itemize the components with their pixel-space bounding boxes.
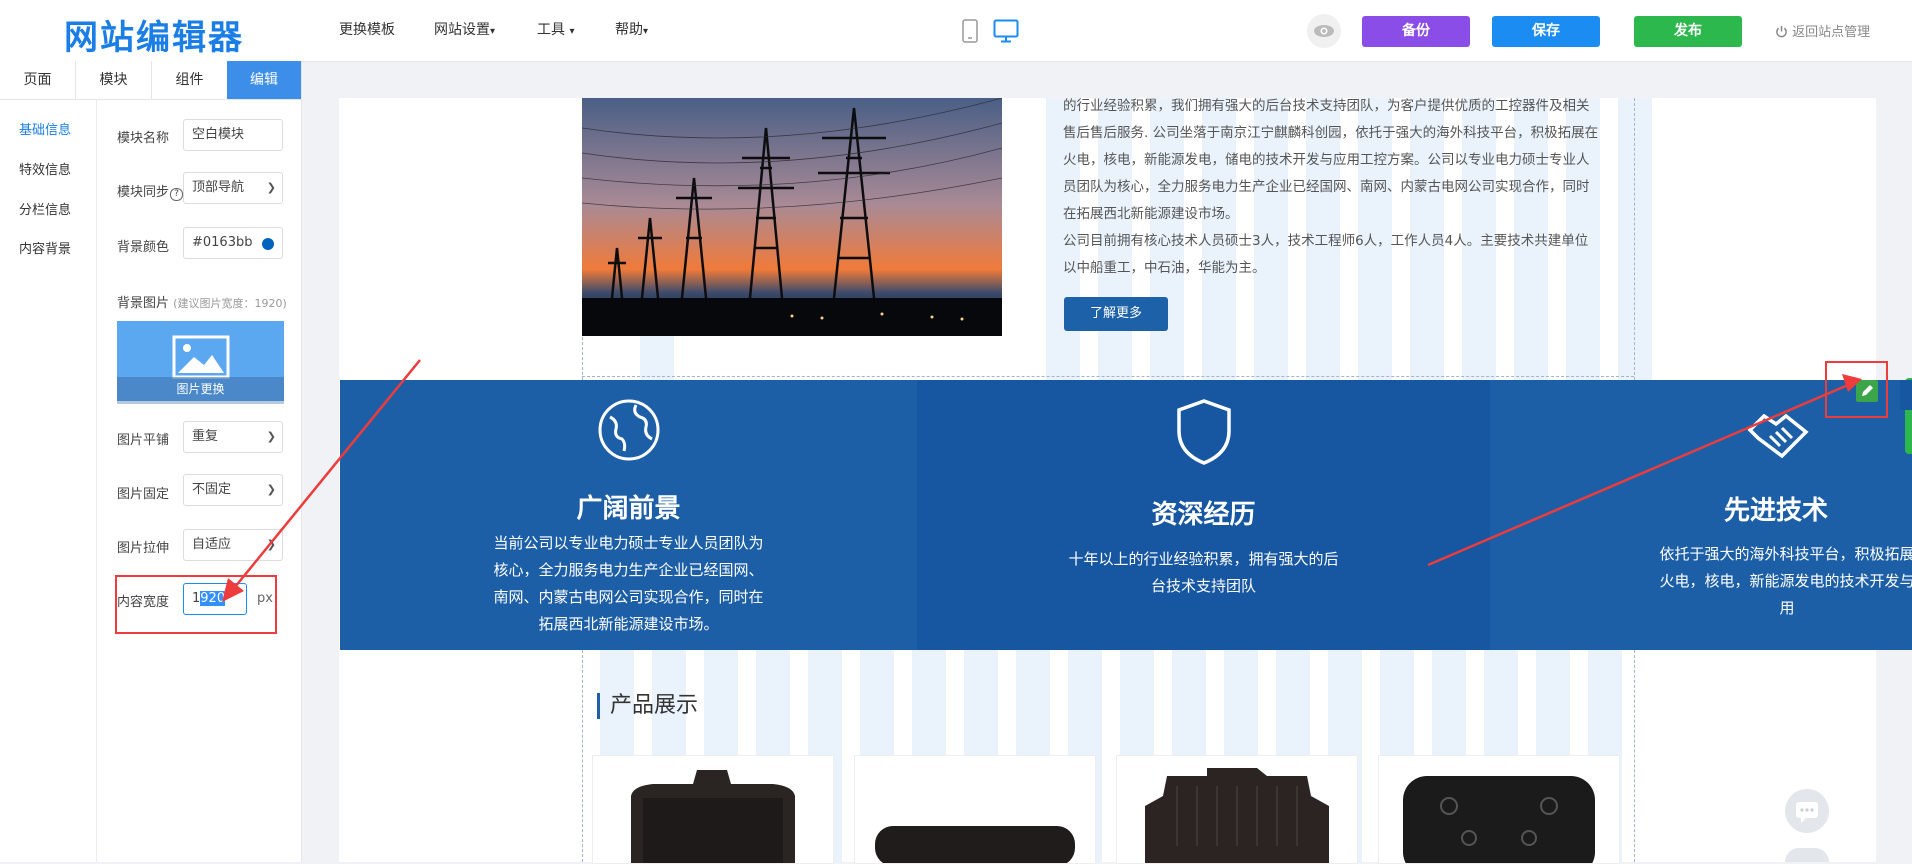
image-stretch-label: 图片拉伸 [117, 541, 170, 556]
secondary-float-icon[interactable] [1785, 848, 1829, 862]
side-nav-content-bg[interactable]: 内容背景 [19, 238, 71, 257]
back-to-site-link[interactable]: 返回站点管理 [1775, 21, 1870, 42]
save-button[interactable]: 保存 [1492, 16, 1600, 47]
tab-component[interactable]: 组件 [152, 61, 228, 99]
product-card[interactable] [1378, 755, 1620, 864]
bg-color-input[interactable]: #0163bb [183, 227, 283, 259]
menu-tools[interactable]: 工具 ▾ [537, 0, 574, 61]
product-card[interactable] [1116, 755, 1358, 864]
image-tile-select[interactable]: 重复 ❯ [183, 421, 283, 453]
product-photo [875, 826, 1075, 863]
power-icon [1775, 25, 1788, 42]
chevron-down-icon: ▾ [643, 26, 649, 37]
feature-desc: 当前公司以专业电力硕士专业人员团队为 核心，全力服务电力生产企业已经国网、 南网… [493, 534, 764, 633]
bg-color-label: 背景颜色 [117, 240, 170, 255]
image-stretch-select[interactable]: 自适应 ❯ [183, 529, 283, 561]
chevron-down-icon: ❯ [266, 538, 276, 551]
left-panel: 页面 模块 组件 编辑 基础信息 特效信息 分栏信息 内容背景 模块名称 空白模… [0, 61, 302, 862]
feature-card[interactable]: 资深经历 十年以上的行业经验积累，拥有强大的后 台技术支持团队 [917, 380, 1490, 650]
intro-line-7: 以中船重工，中石油，华能为主。 [1063, 260, 1266, 276]
feature-desc: 依托于强大的海外科技平台，积极拓展 火电，核电，新能源发电的技术开发与 用 [1659, 545, 1912, 617]
product-card[interactable] [854, 755, 1096, 864]
bg-image-label: 背景图片 (建议图片宽度：1920) [117, 296, 287, 311]
feature-desc: 十年以上的行业经验积累，拥有强大的后 台技术支持团队 [1068, 550, 1339, 595]
menu-help[interactable]: 帮助▾ [615, 0, 648, 61]
color-swatch-icon[interactable] [262, 238, 274, 250]
replace-image-button[interactable]: 图片更换 [117, 377, 284, 401]
learn-more-button[interactable]: 了解更多 [1064, 297, 1168, 331]
desktop-icon[interactable] [993, 19, 1019, 47]
chat-icon[interactable] [1785, 789, 1829, 833]
image-fixed-label: 图片固定 [117, 487, 170, 502]
globe-icon [596, 397, 662, 467]
intro-line-3: 火电，核电，新能源发电，储电的技术开发与应用工控方案。公司以专业电力硕士专业人 [1063, 152, 1590, 168]
intro-line-5: 在拓展西北新能源建设市场。 [1063, 206, 1239, 222]
intro-line-6: 公司目前拥有核心技术人员硕士3人，技术工程师6人，工作人员4人。主要技术共建单位 [1063, 233, 1589, 249]
mobile-icon[interactable] [962, 19, 978, 47]
image-placeholder-icon [172, 335, 230, 383]
feature-card[interactable]: 先进技术 依托于强大的海外科技平台，积极拓展 火电，核电，新能源发电的技术开发与… [1490, 380, 1912, 650]
feature-title: 先进技术 [1724, 496, 1829, 526]
editor-logo: 网站编辑器 [64, 18, 244, 58]
side-nav-basic-info[interactable]: 基础信息 [19, 119, 71, 138]
menu-site-settings[interactable]: 网站设置▾ [434, 0, 495, 61]
bg-image-preview[interactable]: 图片更换 [117, 321, 284, 404]
intro-line-4: 员团队为核心，全力服务电力生产企业已经国网、南网、内蒙古电网公司实现合作，同时 [1063, 179, 1590, 195]
publish-button[interactable]: 发布 [1634, 16, 1742, 47]
intro-line-2: 售后售后服务. 公司坐落于南京江宁麒麟科创园，依托于强大的海外科技平台，积极拓展… [1063, 125, 1599, 141]
chevron-down-icon: ▾ [490, 26, 496, 37]
chevron-down-icon: ❯ [266, 430, 276, 443]
power-tower-photo [582, 98, 1002, 336]
product-card[interactable] [592, 755, 834, 864]
tab-module[interactable]: 模块 [76, 61, 152, 99]
product-photo [631, 770, 795, 863]
highlight-box-content-width [115, 575, 277, 634]
product-photo [1403, 776, 1595, 863]
shield-icon [1173, 397, 1235, 471]
preview-eye-icon[interactable] [1307, 14, 1341, 48]
module-name-label: 模块名称 [117, 131, 170, 146]
feature-card[interactable]: 广阔前景 当前公司以专业电力硕士专业人员团队为 核心，全力服务电力生产企业已经国… [340, 380, 917, 650]
image-tile-label: 图片平铺 [117, 433, 170, 448]
feature-title: 广阔前景 [576, 494, 681, 524]
handshake-icon [1746, 408, 1810, 464]
intro-line-1: 的行业经验积累，我们拥有强大的后台技术支持团队，为客户提供优质的工控器件及相关 [1063, 98, 1590, 114]
products-section-title: 产品展示 [597, 693, 698, 719]
chevron-down-icon: ❯ [266, 181, 276, 194]
side-nav-effects[interactable]: 特效信息 [19, 159, 71, 178]
backup-button[interactable]: 备份 [1362, 16, 1470, 47]
module-name-input[interactable]: 空白模块 [183, 119, 283, 151]
top-bar: 网站编辑器 更换模板 网站设置▾ 工具 ▾ 帮助▾ 备份 保存 发布 返回站点管… [0, 0, 1912, 62]
image-fixed-select[interactable]: 不固定 ❯ [183, 474, 283, 506]
chevron-down-icon: ❯ [266, 483, 276, 496]
product-photo [1145, 768, 1329, 863]
module-sync-select[interactable]: 顶部导航 ❯ [183, 172, 283, 204]
panel-tabs: 页面 模块 组件 编辑 [0, 61, 301, 100]
side-nav: 基础信息 特效信息 分栏信息 内容背景 [0, 99, 97, 862]
tab-page[interactable]: 页面 [0, 61, 76, 99]
feature-title: 资深经历 [1151, 500, 1256, 530]
module-sync-label: 模块同步? [117, 181, 184, 201]
highlight-box-edit-pencil [1825, 361, 1888, 418]
side-nav-columns[interactable]: 分栏信息 [19, 199, 71, 218]
menu-change-template[interactable]: 更换模板 [339, 0, 395, 61]
help-icon: ? [170, 188, 184, 201]
tab-edit[interactable]: 编辑 [227, 61, 301, 99]
chevron-down-icon: ▾ [569, 26, 575, 37]
